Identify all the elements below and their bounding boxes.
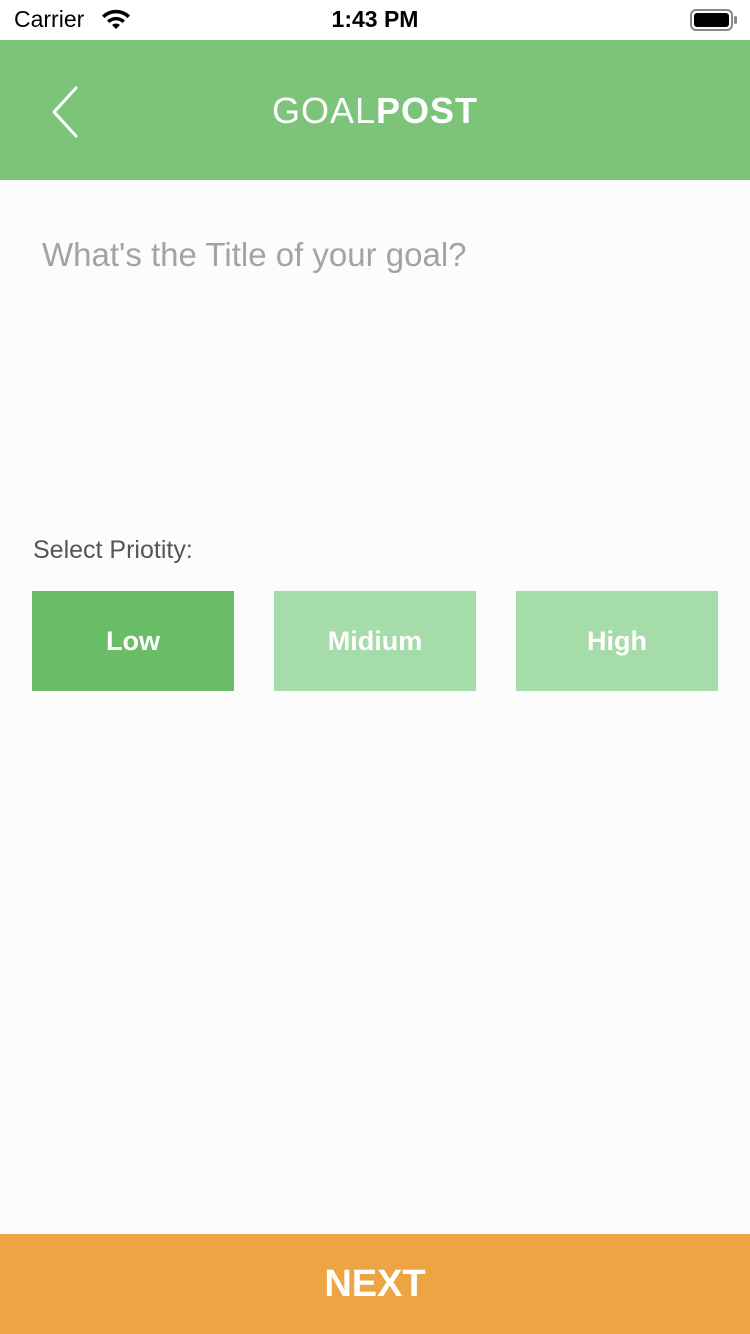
- next-button[interactable]: NEXT: [0, 1234, 750, 1334]
- status-time: 1:43 PM: [331, 6, 419, 32]
- priority-label: Select Priotity:: [33, 536, 193, 564]
- priority-medium-button[interactable]: Midium: [274, 591, 476, 691]
- priority-low-button[interactable]: Low: [32, 591, 234, 691]
- app-title: GOALPOST: [0, 90, 750, 132]
- app-title-bold: POST: [376, 90, 479, 131]
- battery-icon: [690, 9, 737, 31]
- app-title-light: GOAL: [271, 90, 377, 131]
- goal-title-input[interactable]: [32, 225, 722, 285]
- priority-high-button[interactable]: High: [516, 591, 718, 691]
- app-header: GOALPOST: [0, 40, 750, 180]
- status-bar: Carrier 1:43 PM: [0, 0, 750, 40]
